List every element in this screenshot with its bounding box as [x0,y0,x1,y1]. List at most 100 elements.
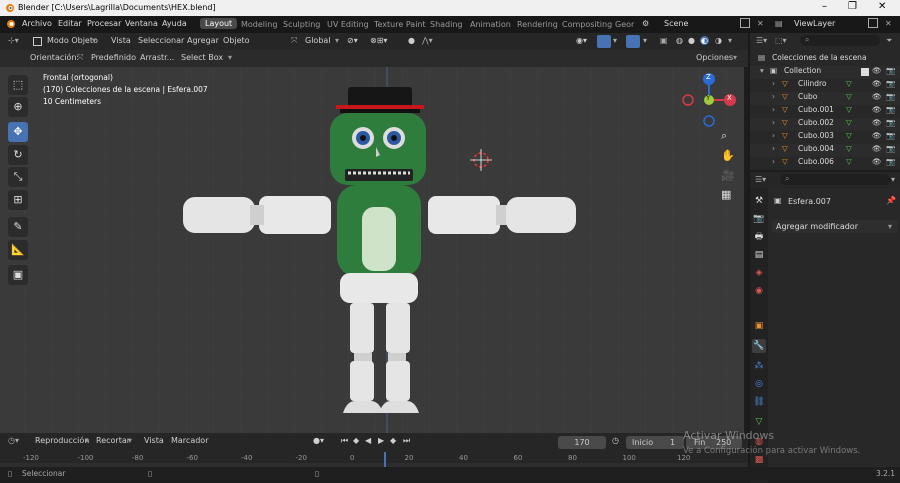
tab-modeling[interactable]: Modeling [241,20,277,29]
new-view-layer-icon[interactable] [868,18,878,28]
shading-solid-icon[interactable]: ● [688,36,695,45]
camera-render-icon[interactable]: 📷 [886,118,895,127]
pin-icon[interactable]: 📌 [886,196,896,205]
minimize-button[interactable]: – [822,1,827,12]
gizmo-toggle-icon[interactable] [597,35,611,48]
outliner-item-row[interactable]: › ▽ Cubo.001 ▽ 👁 📷 [750,105,900,118]
playhead[interactable] [384,452,386,467]
cursor-tool-icon[interactable]: ⊕ [8,97,28,117]
visibility-icon[interactable]: ◉▾ [576,36,587,45]
annotate-tool-icon[interactable]: ✎ [8,217,28,237]
constraints-tab-icon[interactable]: ⛓ [752,395,766,409]
xray-icon[interactable]: ▣ [660,36,668,45]
expand-chevron-icon[interactable]: › [772,79,775,88]
outliner-root-row[interactable]: ▤ Colecciones de la escena [750,53,900,66]
blender-menu-icon[interactable] [5,19,16,29]
camera-render-icon[interactable]: 📷 [886,79,895,88]
keying-menu[interactable]: Recortar [96,436,130,445]
expand-chevron-icon[interactable]: › [772,92,775,101]
properties-options-icon[interactable]: ▾ [891,175,895,184]
record-icon[interactable]: ●▾ [313,436,324,445]
3d-viewport[interactable]: ⬚ ⊕ ✥ ↻ ⤡ ⊞ ✎ 📐 ▣ Frontal (ortogonal) (1… [0,67,744,433]
eye-icon[interactable]: 👁 [872,92,882,101]
next-keyframe-icon[interactable]: ◆ [390,436,396,445]
camera-render-icon[interactable]: 📷 [886,157,895,166]
outliner-item-row[interactable]: › ▽ Cubo.004 ▽ 👁 📷 [750,144,900,157]
playback-menu[interactable]: Reproducción [35,436,89,445]
tab-sculpting[interactable]: Sculpting [283,20,320,29]
measure-tool-icon[interactable]: 📐 [8,240,28,260]
menu-vista[interactable]: Vista [111,36,131,45]
pivot-icon[interactable]: ⊘▾ [347,36,358,45]
shading-rendered-icon[interactable]: ◑ [715,36,722,45]
camera-render-icon[interactable]: 📷 [886,131,895,140]
expand-chevron-icon[interactable]: › [772,105,775,114]
tab-layout[interactable]: Layout [200,18,238,29]
prev-keyframe-icon[interactable]: ◆ [353,436,359,445]
tab-texture-paint[interactable]: Texture Paint [374,20,426,29]
robot-model[interactable] [180,85,580,425]
outliner-item-row[interactable]: › ▽ Cubo.006 ▽ 👁 📷 [750,157,900,170]
camera-render-icon[interactable]: 📷 [886,105,895,114]
remove-view-layer-icon[interactable]: ✕ [885,19,892,28]
render-tab-icon[interactable]: 📷 [752,212,766,226]
tab-geometry[interactable]: Geor [615,20,634,29]
gizmo-chevron-icon[interactable]: ▾ [613,36,617,45]
markers-menu[interactable]: Marcador [171,436,208,445]
tab-shading[interactable]: Shading [430,20,463,29]
tab-rendering[interactable]: Rendering [517,20,558,29]
timeline-editor-icon[interactable]: ◷▾ [8,436,19,445]
tab-uv-editing[interactable]: UV Editing [327,20,369,29]
camera-icon[interactable]: 🎥 [721,169,735,182]
drag-dropdown[interactable]: Select Box [181,53,223,62]
shading-chevron-icon[interactable]: ▾ [728,36,732,45]
eye-icon[interactable]: 👁 [872,66,882,75]
menu-agregar[interactable]: Agregar [187,36,219,45]
outliner-item-row[interactable]: › ▽ Cubo ▽ 👁 📷 [750,92,900,105]
add-cube-tool-icon[interactable]: ▣ [8,265,28,285]
close-button[interactable]: ✕ [878,1,886,12]
expand-chevron-icon[interactable]: › [772,157,775,166]
menu-archivo[interactable]: Archivo [22,19,52,28]
zoom-icon[interactable]: ⌕ [721,129,727,143]
tool-tab-icon[interactable]: ⚒ [752,194,766,208]
eye-icon[interactable]: 👁 [872,118,882,127]
jump-start-icon[interactable]: ⏮ [341,436,348,446]
snap-icon[interactable]: ⊗⊞▾ [370,36,387,45]
remove-scene-icon[interactable]: ✕ [757,19,764,28]
eye-icon[interactable]: 👁 [872,79,882,88]
eye-icon[interactable]: 👁 [872,157,882,166]
3d-cursor-icon[interactable] [470,149,492,171]
mode-dropdown[interactable]: Modo Objeto [47,36,98,45]
filter-icon[interactable]: ⏷ [886,36,892,46]
physics-tab-icon[interactable]: ◎ [752,377,766,391]
shading-wireframe-icon[interactable]: ◍ [676,36,683,45]
world-tab-icon[interactable]: ◉ [752,284,766,298]
scene-field[interactable]: Scene [664,19,688,28]
falloff-icon[interactable]: ⋀▾ [422,36,433,45]
tab-compositing[interactable]: Compositing [562,20,612,29]
start-frame-field[interactable]: Inicio 1 [626,436,684,449]
menu-editar[interactable]: Editar [58,19,82,28]
eye-icon[interactable]: 👁 [872,131,882,140]
editor-type-icon[interactable]: ⊹▾ [8,36,19,45]
play-reverse-icon[interactable]: ◀ [365,436,371,445]
shading-material-icon[interactable]: ◐ [700,36,709,45]
scene-tab-icon[interactable]: ◈ [752,266,766,280]
pan-hand-icon[interactable]: ✋ [721,149,735,162]
menu-objeto[interactable]: Objeto [223,36,250,45]
menu-ventana[interactable]: Ventana [125,19,158,28]
play-icon[interactable]: ▶ [378,436,384,445]
perspective-grid-icon[interactable]: ▦ [721,188,731,201]
camera-render-icon[interactable]: 📷 [886,66,895,75]
transform-tool-icon[interactable]: ⊞ [8,190,28,210]
outliner-item-row[interactable]: › ▽ Cubo.003 ▽ 👁 📷 [750,131,900,144]
transform-orientation-dropdown[interactable]: Global [305,36,331,45]
navigation-gizmo[interactable] [680,71,742,133]
object-tab-icon[interactable]: ▣ [752,319,766,333]
outliner-search-input[interactable]: ⌕ [800,35,880,46]
move-tool-icon[interactable]: ✥ [8,122,28,142]
orientation-dropdown[interactable]: Predefinido [91,53,136,62]
properties-type-icon[interactable]: ☰▾ [755,175,766,184]
expand-chevron-icon[interactable]: › [772,131,775,140]
